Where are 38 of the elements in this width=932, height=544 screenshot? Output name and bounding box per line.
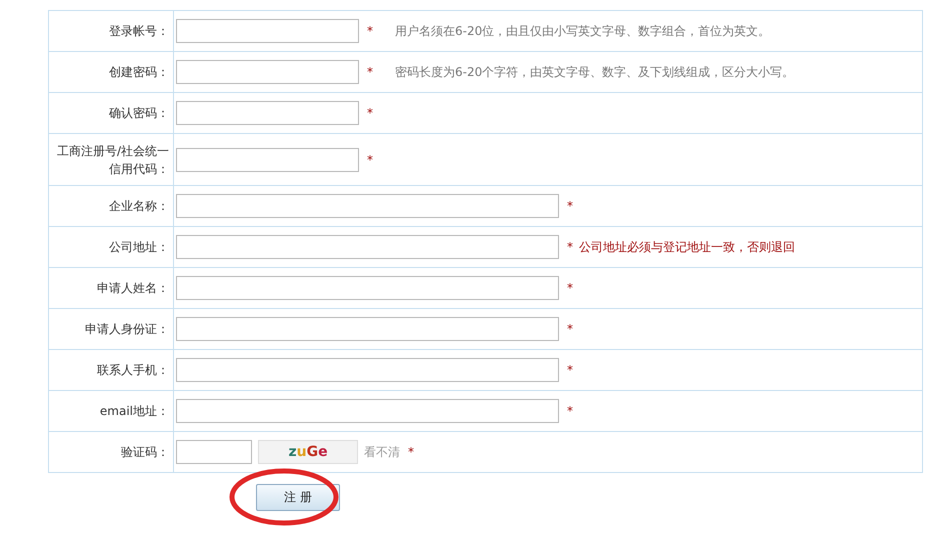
required-mark: * xyxy=(367,106,373,120)
field-label: 工商注册号/社会统一信用代码： xyxy=(56,142,169,178)
required-mark: * xyxy=(567,404,573,418)
input-field[interactable] xyxy=(176,440,252,464)
input-field[interactable] xyxy=(176,19,359,43)
input-field[interactable] xyxy=(176,358,559,382)
input-field[interactable] xyxy=(176,317,559,341)
input-field[interactable] xyxy=(176,101,359,125)
input-field[interactable] xyxy=(176,276,559,300)
field-label: 联系人手机： xyxy=(97,362,169,379)
required-mark: * xyxy=(567,281,573,295)
required-mark: * xyxy=(367,152,373,166)
required-mark: * xyxy=(567,322,573,336)
field-label: 验证码： xyxy=(121,444,169,461)
field-label: 申请人身份证： xyxy=(85,321,169,338)
register-button[interactable]: 注 册 xyxy=(256,484,340,511)
input-field[interactable] xyxy=(176,235,559,259)
field-label: email地址： xyxy=(100,403,169,420)
required-mark: * xyxy=(367,24,373,38)
input-field[interactable] xyxy=(176,148,359,172)
input-field[interactable] xyxy=(176,399,559,423)
field-label: 公司地址： xyxy=(109,239,169,256)
field-label: 创建密码： xyxy=(109,64,169,81)
field-label: 确认密码： xyxy=(109,105,169,122)
field-hint: 用户名须在6-20位，由且仅由小写英文字母、数字组合，首位为英文。 xyxy=(395,22,770,40)
field-hint: 密码长度为6-20个字符，由英文字母、数字、及下划线组成，区分大小写。 xyxy=(395,64,794,80)
field-label: 企业名称： xyxy=(109,198,169,215)
input-field[interactable] xyxy=(176,194,559,218)
warning-text: 公司地址必须与登记地址一致，否则退回 xyxy=(579,238,795,256)
required-mark: * xyxy=(567,199,573,213)
input-field[interactable] xyxy=(176,60,359,84)
required-mark: * xyxy=(367,65,373,79)
field-label: 申请人姓名： xyxy=(97,280,169,297)
captcha-image: zuGe xyxy=(258,440,358,464)
required-mark: * xyxy=(567,240,573,254)
field-label: 登录帐号： xyxy=(109,23,169,40)
required-mark: * xyxy=(567,363,573,377)
required-mark: * xyxy=(408,445,414,459)
